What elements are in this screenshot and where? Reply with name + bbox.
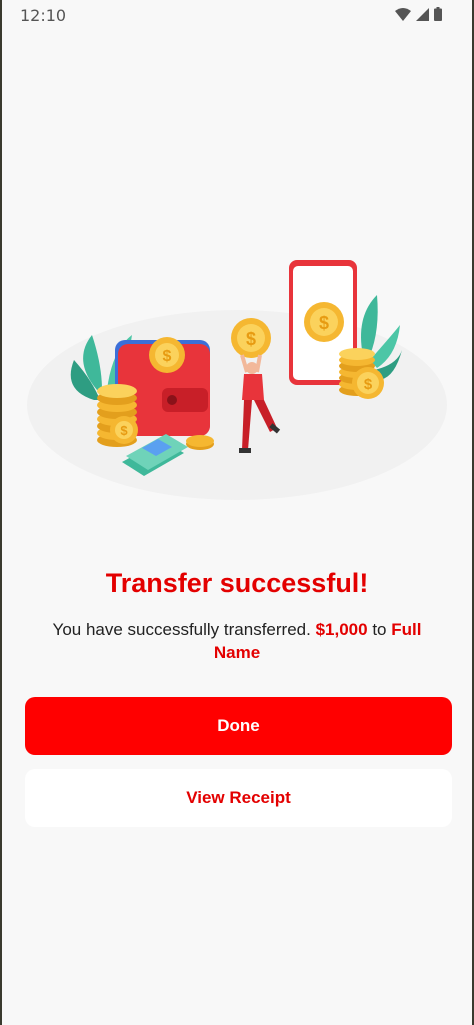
- done-button-label: Done: [217, 716, 260, 735]
- svg-text:$: $: [163, 348, 172, 365]
- message-connector: to: [372, 620, 387, 639]
- transfer-amount: $1,000: [315, 620, 368, 639]
- svg-text:$: $: [246, 329, 256, 349]
- svg-text:$: $: [364, 376, 373, 393]
- signal-icon: [416, 7, 429, 21]
- success-message: You have successfully transferred. $1,00…: [32, 618, 442, 664]
- view-receipt-button[interactable]: View Receipt: [25, 769, 452, 827]
- status-bar: 12:10: [2, 0, 472, 30]
- status-icons: [395, 7, 442, 21]
- coin-stack-left-icon: $: [97, 384, 138, 447]
- svg-text:$: $: [120, 423, 128, 438]
- view-receipt-button-label: View Receipt: [186, 788, 291, 807]
- page-title: Transfer successful!: [105, 568, 369, 598]
- svg-text:$: $: [319, 313, 329, 333]
- status-time: 12:10: [20, 6, 67, 25]
- transfer-illustration: $ $ $ $ $: [27, 260, 447, 500]
- message-prefix: You have successfully transferred.: [52, 620, 311, 639]
- done-button[interactable]: Done: [25, 697, 452, 755]
- battery-icon: [434, 7, 442, 21]
- transfer-success-screen: 12:10 $ $ $ $ $ Transfer successful! You…: [2, 0, 472, 1025]
- wifi-icon: [395, 7, 411, 21]
